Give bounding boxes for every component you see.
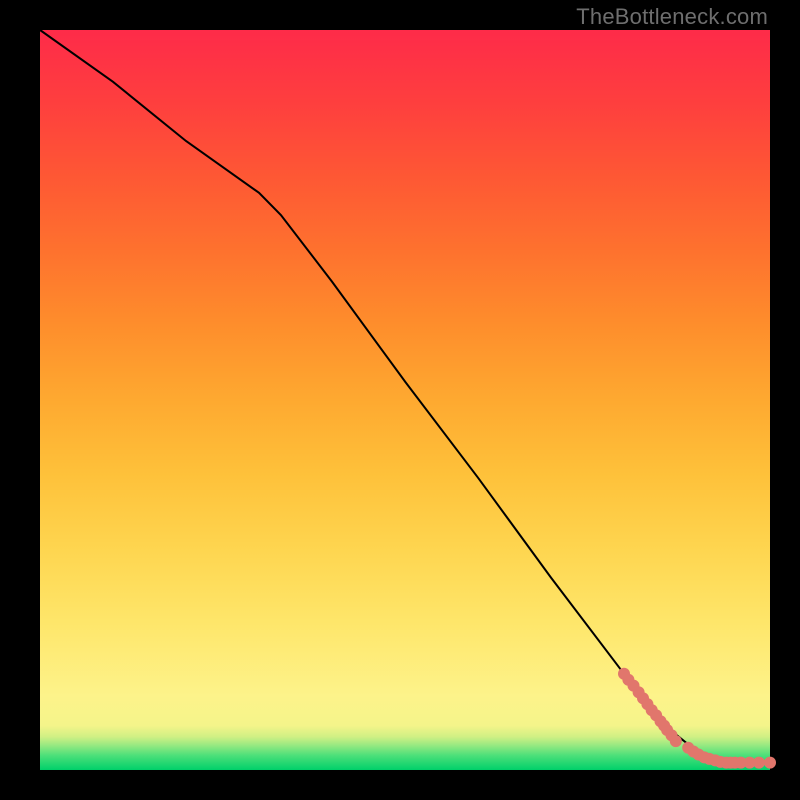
series-curve xyxy=(40,30,770,763)
data-point xyxy=(764,757,776,769)
data-point xyxy=(670,735,682,747)
plot-area xyxy=(40,30,770,770)
scatter-points xyxy=(618,668,776,769)
watermark-text: TheBottleneck.com xyxy=(576,4,768,30)
chart-frame: TheBottleneck.com xyxy=(0,0,800,800)
chart-overlay xyxy=(40,30,770,770)
data-point xyxy=(753,757,765,769)
